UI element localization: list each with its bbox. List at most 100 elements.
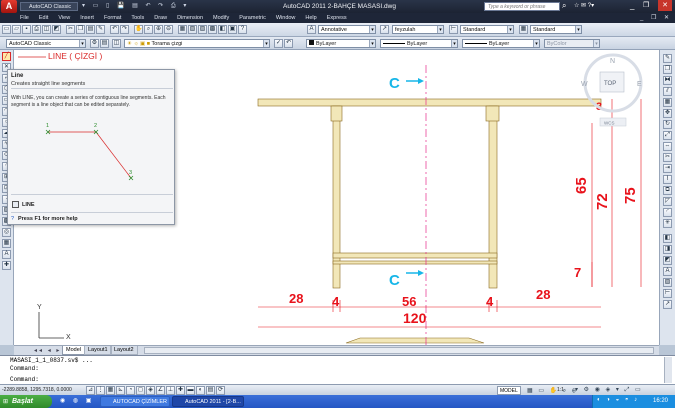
command-window[interactable]: MASASI_1_1_0837.sv$ ... Command: Command…: [0, 355, 675, 384]
chamfer-icon[interactable]: ◸: [663, 197, 672, 206]
save-icon[interactable]: ▪: [22, 25, 31, 34]
workspace-settings-icon[interactable]: ⚙: [90, 39, 99, 48]
send-back-icon[interactable]: ◩: [663, 256, 672, 265]
table-style-icon[interactable]: ▦: [519, 25, 528, 34]
tab-layout2[interactable]: Layout2: [110, 346, 138, 355]
scale-icon[interactable]: ⤢: [663, 131, 672, 140]
add-selected-icon[interactable]: ✚: [2, 261, 11, 270]
properties-icon[interactable]: ▦: [178, 25, 187, 34]
annotative-text-style-combo[interactable]: Annotative ▾: [318, 25, 376, 34]
viewcube-west[interactable]: W: [581, 81, 588, 88]
quick-access-toolbar[interactable]: ▾ ▭ ▯ 💾 ▤ ↶ ↷ ⎙ ▾: [82, 2, 202, 11]
linetype-combo[interactable]: ByLayer ▾: [380, 39, 458, 48]
tool-palettes-icon[interactable]: ▨: [198, 25, 207, 34]
tab-model[interactable]: Model: [62, 346, 85, 355]
layer-previous-icon[interactable]: ↶: [284, 39, 293, 48]
new-icon[interactable]: ▭: [2, 25, 11, 34]
drawing-window-controls[interactable]: _ ❐ ✕: [640, 14, 672, 21]
ducs-icon[interactable]: ⊥: [166, 386, 175, 395]
quickcalc-icon[interactable]: ▣: [228, 25, 237, 34]
dim-style-icon[interactable]: ↗: [380, 25, 389, 34]
infer-constraints-icon[interactable]: ⊿: [86, 386, 95, 395]
transparency-icon[interactable]: ◐: [196, 386, 205, 395]
layer-properties-icon[interactable]: ▤: [100, 39, 109, 48]
multiline-text-icon[interactable]: A: [2, 250, 11, 259]
text-style-combo[interactable]: feyzulah ▾: [392, 25, 444, 34]
array-icon[interactable]: ▦: [663, 98, 672, 107]
quick-launch-icons[interactable]: ◉ ◍ ▣: [60, 397, 94, 404]
3d-osnap-icon[interactable]: ◈: [146, 386, 155, 395]
break-icon[interactable]: ⌇: [663, 175, 672, 184]
table-style-combo[interactable]: Standard ▾: [530, 25, 582, 34]
osnap-icon[interactable]: ◻: [136, 386, 145, 395]
hatch-back-icon[interactable]: ▨: [663, 278, 672, 287]
markup-icon[interactable]: ◧: [218, 25, 227, 34]
copy-icon[interactable]: ❐: [76, 25, 85, 34]
trim-icon[interactable]: ✂: [663, 153, 672, 162]
extend-icon[interactable]: ⇥: [663, 164, 672, 173]
text-front-icon[interactable]: A: [663, 267, 672, 276]
make-current-icon[interactable]: ✓: [274, 39, 283, 48]
pan-icon[interactable]: ✋: [134, 25, 143, 34]
menu-help[interactable]: Help: [305, 15, 316, 21]
leader-front-icon[interactable]: ↗: [663, 300, 672, 309]
horizontal-scrollbar[interactable]: [144, 347, 654, 354]
workspace-switcher[interactable]: AutoCAD Classic: [20, 2, 78, 11]
close-button[interactable]: ✕: [658, 0, 672, 11]
draw-order-icon[interactable]: ◧: [663, 234, 672, 243]
taskbar-folder[interactable]: AUTOCAD ÇİZİMLER: [100, 396, 170, 407]
redo-icon[interactable]: ↷: [120, 25, 129, 34]
fillet-icon[interactable]: ◜: [663, 208, 672, 217]
model-space-button[interactable]: MODEL: [497, 386, 521, 395]
cut-icon[interactable]: ✂: [66, 25, 75, 34]
menu-draw[interactable]: Draw: [154, 15, 167, 21]
menu-insert[interactable]: Insert: [80, 15, 94, 21]
command-scrollbar[interactable]: [664, 357, 672, 383]
dimension-style-combo[interactable]: Standard ▾: [460, 25, 514, 34]
menu-parametric[interactable]: Parametric: [239, 15, 266, 21]
layer-manager-icon[interactable]: ◫: [112, 39, 121, 48]
offset-icon[interactable]: ⫽: [663, 87, 672, 96]
stretch-icon[interactable]: ⇔: [663, 142, 672, 151]
otrack-icon[interactable]: ∠: [156, 386, 165, 395]
erase-icon[interactable]: ✎: [663, 54, 672, 63]
dimension-style-icon[interactable]: ⊢: [449, 25, 458, 34]
selection-cycling-icon[interactable]: ⟳: [216, 386, 225, 395]
lineweight-combo[interactable]: ByLayer ▾: [462, 39, 540, 48]
sheet-set-icon[interactable]: ▩: [208, 25, 217, 34]
quick-properties-icon[interactable]: ▤: [206, 386, 215, 395]
command-prompt[interactable]: Command:: [10, 376, 39, 383]
zoom-window-icon[interactable]: ⊕: [154, 25, 163, 34]
zoom-previous-icon[interactable]: ⊖: [164, 25, 173, 34]
tab-layout1[interactable]: Layout1: [84, 346, 112, 355]
explode-icon[interactable]: ✳: [663, 219, 672, 228]
workspace-combo[interactable]: AutoCAD Classic ▾: [6, 39, 86, 48]
color-combo[interactable]: ByLayer ▾: [306, 39, 376, 48]
line-tool-icon[interactable]: ╱: [2, 52, 11, 61]
menu-express[interactable]: Express: [327, 15, 347, 21]
menu-format[interactable]: Format: [104, 15, 121, 21]
polar-icon[interactable]: ◔: [126, 386, 135, 395]
annotation-scale[interactable]: 1:1: [557, 387, 564, 393]
publish-icon[interactable]: ◩: [52, 25, 61, 34]
layer-combo[interactable]: ☀ ☼ ▣ ■ Torama çizgi ▾: [124, 39, 270, 48]
coordinates-readout[interactable]: -2289.8858, 1295.7318, 0.0000: [2, 387, 72, 393]
help-icon[interactable]: ?: [238, 25, 247, 34]
viewcube-east[interactable]: E: [637, 81, 642, 88]
menu-dimension[interactable]: Dimension: [177, 15, 203, 21]
undo-icon[interactable]: ↶: [110, 25, 119, 34]
table-icon[interactable]: ▦: [2, 239, 11, 248]
search-input[interactable]: Type a keyword or phrase: [484, 2, 560, 11]
app-menu-button[interactable]: A: [1, 0, 17, 13]
menu-edit[interactable]: Edit: [39, 15, 48, 21]
bring-front-icon[interactable]: ◨: [663, 245, 672, 254]
menu-view[interactable]: View: [58, 15, 70, 21]
ortho-icon[interactable]: ⊾: [116, 386, 125, 395]
restore-button[interactable]: ❐: [643, 1, 649, 9]
paste-icon[interactable]: ▤: [86, 25, 95, 34]
region-icon[interactable]: ◎: [2, 228, 11, 237]
dim-front-icon[interactable]: ⊢: [663, 289, 672, 298]
join-icon[interactable]: ⧉: [663, 186, 672, 195]
move-icon[interactable]: ✥: [663, 109, 672, 118]
rotate-icon[interactable]: ↻: [663, 120, 672, 129]
